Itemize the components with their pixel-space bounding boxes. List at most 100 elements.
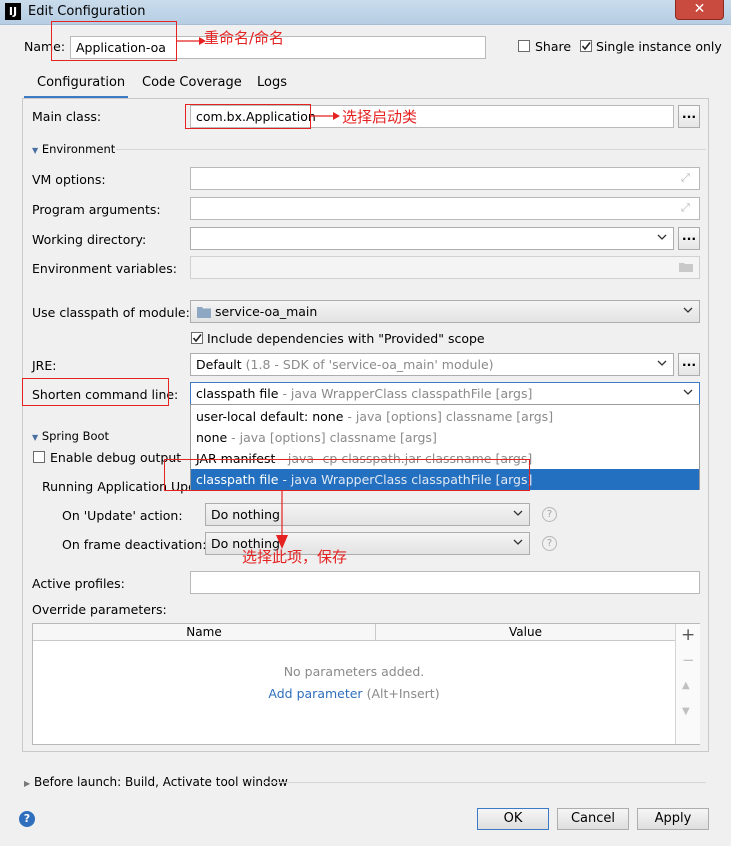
classpath-module-label: Use classpath of module: — [32, 305, 190, 320]
add-parameter-row: Add parameter (Alt+Insert) — [33, 686, 675, 701]
jre-value-detail: (1.8 - SDK of 'service-oa_main' module) — [245, 357, 494, 372]
classpath-module-combo[interactable]: service-oa_main — [190, 300, 700, 323]
collapse-triangle-icon: ▼ — [32, 433, 39, 442]
active-profiles-field[interactable] — [190, 571, 700, 594]
environment-section-toggle[interactable]: ▼ Environment — [32, 142, 115, 156]
column-header-name[interactable]: Name — [33, 624, 376, 640]
vm-options-field[interactable]: ⤢ — [190, 167, 700, 190]
annotation-arrow-icon — [311, 112, 340, 120]
add-icon[interactable]: + — [681, 625, 695, 645]
environment-variables-label: Environment variables: — [32, 261, 177, 276]
share-label: Share — [535, 39, 572, 54]
dropdown-option[interactable]: none - java [options] classname [args] — [191, 427, 699, 448]
add-parameter-link[interactable]: Add parameter — [268, 686, 362, 701]
on-update-action-label: On 'Update' action: — [62, 508, 183, 523]
intellij-app-icon: IJ — [5, 3, 21, 20]
shorten-value-detail: - java WrapperClass classpathFile [args] — [282, 386, 533, 401]
divider — [262, 782, 706, 783]
working-directory-label: Working directory: — [32, 232, 147, 247]
chevron-down-icon — [513, 510, 523, 516]
on-update-action-combo[interactable]: Do nothing — [205, 503, 530, 526]
table-header: Name Value — [33, 624, 675, 641]
annotation-box-main-class — [185, 104, 311, 129]
main-class-browse-button[interactable]: ... — [678, 105, 700, 128]
chevron-down-icon — [657, 360, 667, 366]
add-parameter-hint: (Alt+Insert) — [366, 686, 440, 701]
single-instance-label: Single instance only — [596, 39, 722, 54]
option-detail: - java [options] classname [args] — [231, 430, 437, 445]
environment-title: Environment — [41, 142, 116, 156]
empty-table-message: No parameters added. — [283, 664, 425, 679]
jre-combo[interactable]: Default (1.8 - SDK of 'service-oa_main' … — [190, 353, 674, 376]
tab-code-coverage[interactable]: Code Coverage — [142, 75, 242, 90]
shorten-command-line-combo[interactable]: classpath file - java WrapperClass class… — [190, 382, 700, 405]
vm-options-label: VM options: — [32, 172, 106, 187]
main-class-label: Main class: — [32, 109, 102, 124]
jre-browse-button[interactable]: ... — [678, 353, 700, 376]
before-launch-toggle[interactable]: ▶ Before launch: Build, Activate tool wi… — [24, 775, 288, 789]
single-instance-checkbox[interactable] — [580, 40, 592, 52]
apply-button[interactable]: Apply — [637, 808, 709, 830]
working-directory-field[interactable] — [190, 227, 674, 250]
program-arguments-label: Program arguments: — [32, 202, 161, 217]
folder-icon-svg — [679, 263, 693, 272]
spring-boot-section-toggle[interactable]: ▼ Spring Boot — [32, 429, 109, 443]
before-launch-label: Before launch: Build, Activate tool wind… — [33, 775, 288, 789]
annotation-select-option-text: 选择此项，保存 — [242, 548, 348, 566]
on-frame-deactivation-label: On frame deactivation: — [62, 537, 207, 552]
annotation-box-selected-option — [164, 459, 530, 491]
table-toolbar: + − ▲ ▼ — [675, 624, 700, 744]
option-detail: - java [options] classname [args] — [347, 409, 554, 424]
program-arguments-field[interactable]: ⤢ — [190, 197, 700, 220]
help-icon[interactable]: ? — [19, 811, 35, 827]
spring-boot-title: Spring Boot — [41, 429, 110, 443]
annotation-rename-text: 重命名/命名 — [204, 29, 285, 47]
close-window-button[interactable]: ✕ — [675, 0, 724, 20]
remove-icon[interactable]: − — [682, 651, 695, 669]
divider — [116, 149, 706, 150]
expand-icon[interactable]: ⤢ — [681, 171, 690, 185]
annotation-box-shorten-label — [22, 378, 169, 406]
cancel-button[interactable]: Cancel — [557, 808, 629, 830]
annotation-select-class-text: 选择启动类 — [342, 108, 418, 126]
enable-debug-output-label: Enable debug output — [50, 450, 182, 465]
shorten-value: classpath file - java WrapperClass class… — [196, 386, 532, 401]
expand-triangle-icon: ▶ — [24, 779, 31, 788]
override-parameters-label: Override parameters: — [32, 602, 167, 617]
help-question-icon[interactable]: ? — [542, 536, 557, 551]
jre-label: JRE: — [32, 358, 57, 373]
on-update-action-value: Do nothing — [211, 507, 280, 522]
move-up-icon[interactable]: ▲ — [682, 680, 690, 691]
annotation-arrow-icon — [177, 37, 206, 45]
chevron-down-icon — [513, 539, 523, 545]
ok-button[interactable]: OK — [477, 808, 549, 830]
column-header-value[interactable]: Value — [376, 624, 675, 640]
check-icon — [581, 42, 591, 51]
collapse-triangle-icon: ▼ — [32, 146, 39, 155]
chevron-down-icon — [657, 234, 667, 240]
override-parameters-table: Name Value No parameters added. Add para… — [32, 623, 700, 745]
tab-configuration[interactable]: Configuration — [37, 75, 125, 90]
tab-logs[interactable]: Logs — [257, 75, 287, 90]
include-dependencies-label: Include dependencies with "Provided" sco… — [207, 331, 485, 346]
help-question-icon[interactable]: ? — [542, 507, 557, 522]
check-icon — [192, 334, 202, 343]
environment-variables-field[interactable] — [190, 256, 700, 279]
annotation-box-name — [51, 21, 177, 61]
enable-debug-output-checkbox[interactable] — [33, 451, 45, 463]
folder-icon[interactable] — [679, 260, 693, 275]
module-folder-icon — [197, 307, 211, 318]
jre-value-main: Default — [196, 357, 242, 372]
share-checkbox[interactable] — [518, 40, 530, 52]
annotation-arrow-down-icon — [276, 491, 288, 549]
dropdown-option[interactable]: user-local default: none - java [options… — [191, 406, 699, 427]
option-main: none — [196, 430, 228, 445]
classpath-module-value: service-oa_main — [215, 304, 318, 319]
include-dependencies-checkbox[interactable] — [191, 332, 203, 344]
active-profiles-label: Active profiles: — [32, 576, 125, 591]
working-directory-browse-button[interactable]: ... — [678, 227, 700, 250]
chevron-down-icon — [683, 389, 693, 395]
shorten-value-main: classpath file — [196, 386, 279, 401]
expand-icon[interactable]: ⤢ — [681, 201, 690, 215]
move-down-icon[interactable]: ▼ — [682, 706, 690, 717]
